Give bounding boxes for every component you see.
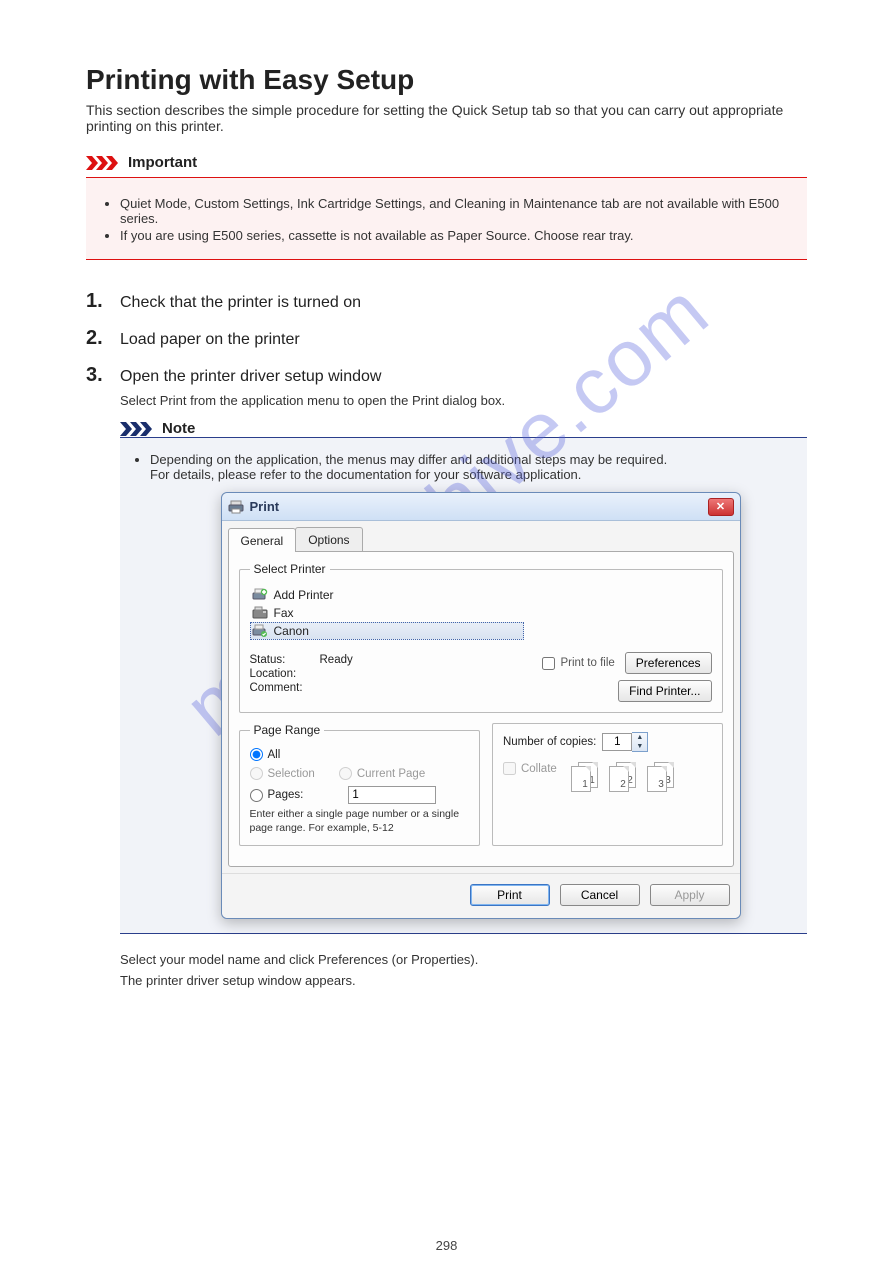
spin-down-icon[interactable]: ▼ (632, 742, 647, 751)
page-icon: 2 (609, 766, 629, 792)
radio-current-page: Current Page (339, 767, 425, 780)
page-icon: 1 (571, 766, 591, 792)
radio-all-label: All (268, 749, 281, 761)
apply-button: Apply (650, 884, 730, 906)
note-heading: Note (120, 420, 807, 437)
important-heading: Important (86, 154, 807, 171)
radio-pages-label: Pages: (268, 789, 304, 801)
spin-up-icon[interactable]: ▲ (632, 733, 647, 742)
page-number: 298 (436, 1238, 458, 1253)
printer-icon (228, 500, 244, 514)
dialog-titlebar[interactable]: Print ✕ (222, 493, 740, 521)
note-box: Depending on the application, the menus … (120, 437, 807, 934)
radio-pages-input[interactable] (250, 789, 263, 802)
radio-all-input[interactable] (250, 748, 263, 761)
collate-checkbox[interactable]: Collate (503, 762, 557, 775)
collate-illustration: 11 22 33 (571, 762, 677, 792)
printer-canon[interactable]: Canon (250, 622, 524, 640)
important-item: If you are using E500 series, cassette i… (120, 228, 791, 243)
note-item: Depending on the application, the menus … (150, 452, 793, 482)
printer-name: Add Printer (274, 588, 334, 602)
pages-hint: Enter either a single page number or a s… (250, 808, 469, 835)
step-3-detail: Select Print from the application menu t… (120, 393, 807, 408)
tab-general[interactable]: General (228, 528, 297, 552)
print-button[interactable]: Print (470, 884, 550, 906)
collate-input (503, 762, 516, 775)
step-3: 3. Open the printer driver setup window (86, 364, 807, 387)
radio-selection-input (250, 767, 263, 780)
dialog-title: Print (250, 499, 702, 514)
printer-add[interactable]: Add Printer (250, 586, 712, 604)
chevron-right-icon (120, 422, 154, 436)
radio-selection-label: Selection (268, 768, 315, 780)
status-value: Ready (320, 654, 353, 666)
print-to-file-input[interactable] (542, 657, 555, 670)
note-item-text: Depending on the application, the menus … (150, 452, 667, 467)
page-title: Printing with Easy Setup (86, 64, 807, 96)
tab-strip: General Options (222, 521, 740, 551)
status-label: Status: (250, 654, 310, 666)
step-number: 2. (86, 327, 108, 350)
tab-pane-general: Select Printer Add Printer (228, 551, 734, 867)
radio-current-input (339, 767, 352, 780)
page-icon: 3 (647, 766, 667, 792)
tab-options[interactable]: Options (295, 527, 362, 551)
copies-group: Number of copies: ▲ ▼ (492, 723, 723, 846)
printer-name: Canon (274, 624, 309, 638)
after-note-2: The printer driver setup window appears. (120, 973, 807, 988)
note-item-sub: For details, please refer to the documen… (150, 467, 581, 482)
radio-current-label: Current Page (357, 768, 425, 780)
copies-spinner[interactable]: ▲ ▼ (602, 732, 648, 752)
important-box: Quiet Mode, Custom Settings, Ink Cartrid… (86, 177, 807, 260)
step-2: 2. Load paper on the printer (86, 327, 807, 350)
after-note-1: Select your model name and click Prefere… (120, 952, 807, 967)
important-item: Quiet Mode, Custom Settings, Ink Cartrid… (120, 196, 791, 226)
step-1: 1. Check that the printer is turned on (86, 290, 807, 313)
add-printer-icon (252, 588, 268, 602)
page-range-legend: Page Range (250, 723, 325, 737)
copies-input[interactable] (602, 733, 632, 751)
close-icon: ✕ (716, 500, 725, 513)
step-number: 1. (86, 290, 108, 313)
close-button[interactable]: ✕ (708, 498, 734, 516)
preferences-button[interactable]: Preferences (625, 652, 712, 674)
comment-label: Comment: (250, 682, 310, 694)
step-text: Load paper on the printer (120, 331, 300, 349)
step-text: Check that the printer is turned on (120, 294, 361, 312)
radio-all[interactable]: All (250, 748, 469, 761)
print-to-file-checkbox[interactable]: Print to file (542, 657, 614, 670)
fax-icon (252, 606, 268, 620)
copies-label: Number of copies: (503, 736, 596, 748)
find-printer-button[interactable]: Find Printer... (618, 680, 711, 702)
page-range-group: Page Range All Selection (239, 723, 480, 846)
radio-selection: Selection (250, 767, 315, 780)
print-to-file-label: Print to file (560, 657, 614, 669)
print-dialog: Print ✕ General Options Select Printer (221, 492, 741, 919)
select-printer-legend: Select Printer (250, 562, 330, 576)
select-printer-group: Select Printer Add Printer (239, 562, 723, 713)
collate-label: Collate (521, 763, 557, 775)
step-text: Open the printer driver setup window (120, 368, 381, 386)
important-label: Important (128, 154, 197, 171)
location-label: Location: (250, 668, 310, 680)
printer-name: Fax (274, 606, 294, 620)
printer-icon (252, 624, 268, 638)
note-label: Note (162, 420, 195, 437)
step-number: 3. (86, 364, 108, 387)
pages-input[interactable] (348, 786, 436, 804)
page-subtitle: This section describes the simple proced… (86, 102, 807, 134)
cancel-button[interactable]: Cancel (560, 884, 640, 906)
chevron-right-icon (86, 156, 120, 170)
radio-pages[interactable]: Pages: (250, 786, 469, 804)
printer-fax[interactable]: Fax (250, 604, 712, 622)
